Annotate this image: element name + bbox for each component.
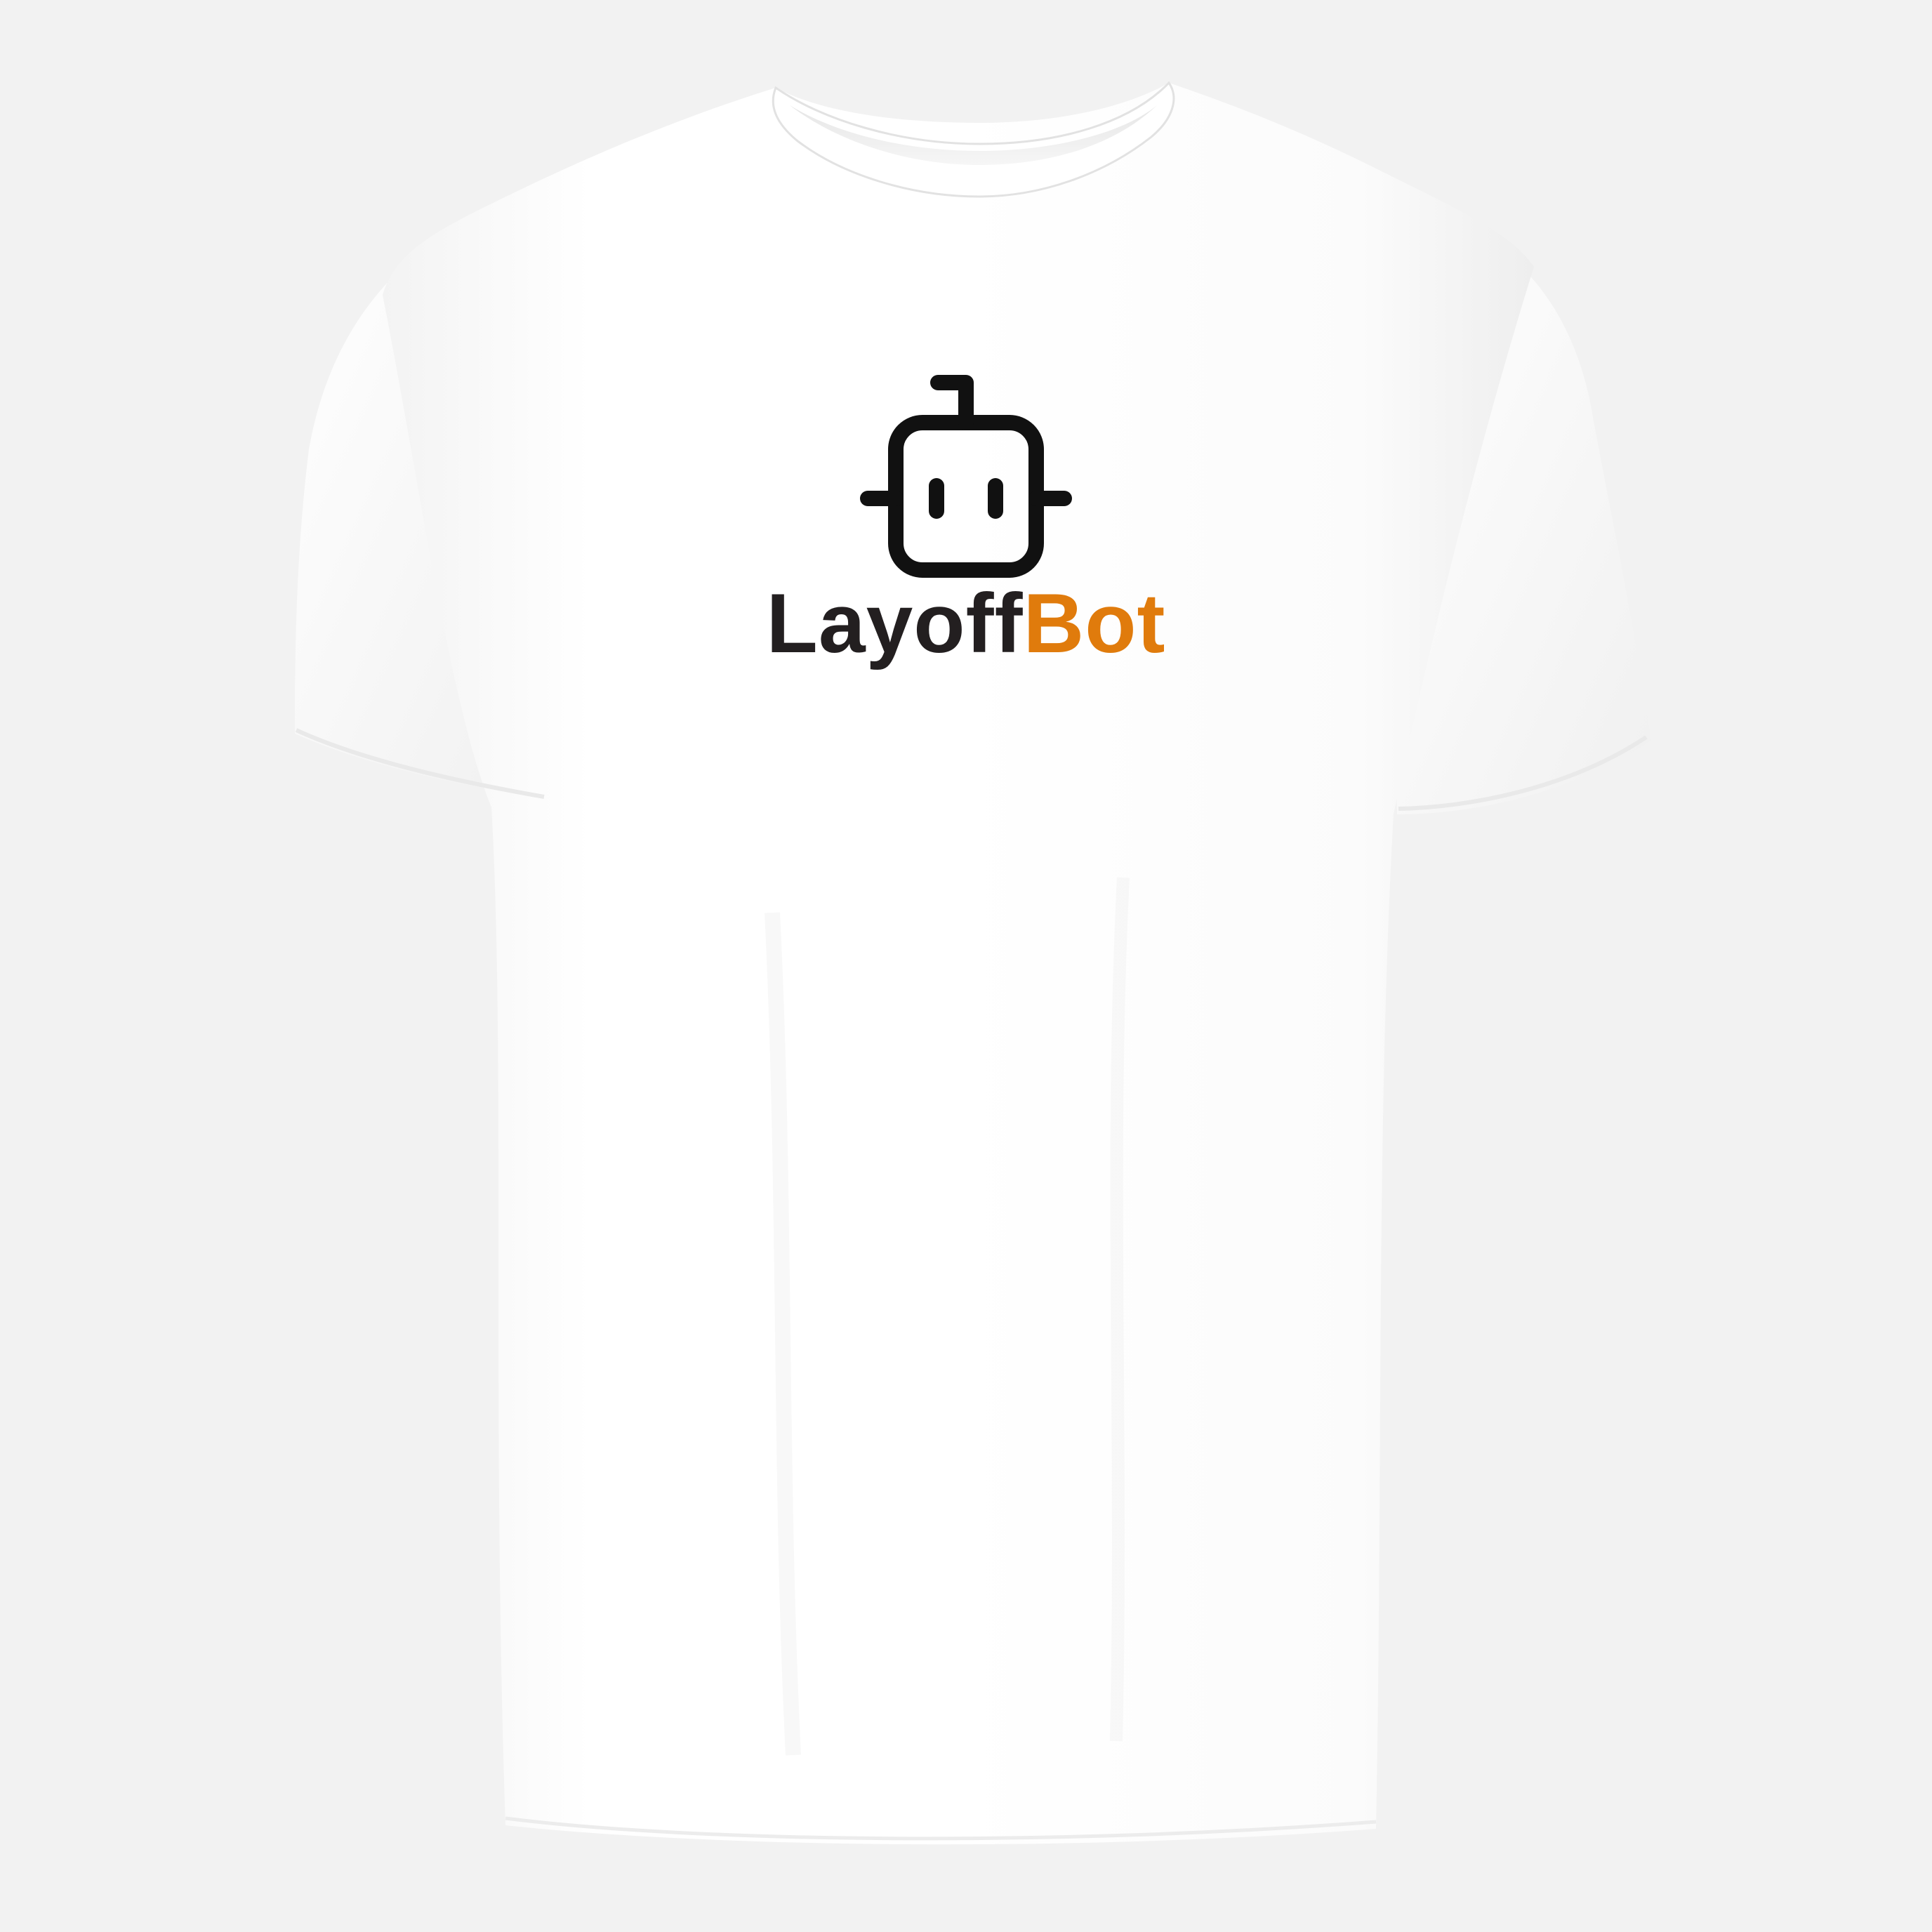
- tshirt-image: [295, 81, 1651, 1845]
- shirt-body: [383, 83, 1534, 1845]
- brand-logo: LayoffBot: [755, 358, 1177, 688]
- robot-icon: [860, 375, 1072, 578]
- product-mockup: LayoffBot: [0, 0, 1932, 1932]
- brand-wordmark: LayoffBot: [755, 581, 1177, 666]
- brand-name-accent: Bot: [1023, 576, 1166, 670]
- brand-name-part: Layoff: [766, 576, 1024, 670]
